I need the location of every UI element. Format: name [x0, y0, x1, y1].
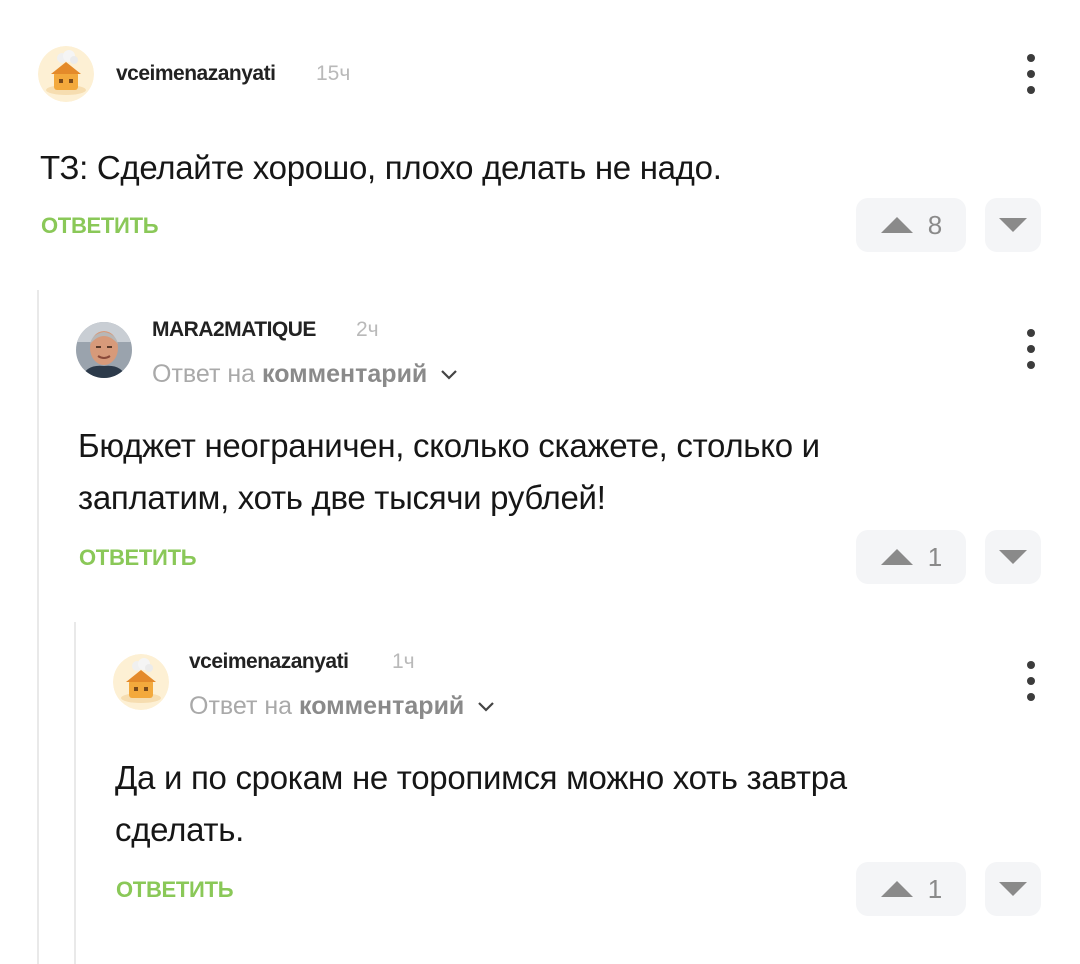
username[interactable]: vceimenazanyati: [189, 650, 349, 674]
reply-to-prefix: Ответ на: [189, 692, 293, 720]
vote-count: 1: [927, 541, 943, 572]
comment-text-line: Да и по срокам не торопимся можно хоть з…: [115, 759, 847, 796]
upvote-button[interactable]: 1: [856, 862, 966, 916]
timestamp: 15ч: [316, 62, 351, 85]
reply-to-target: комментарий: [299, 692, 465, 720]
reply-to-link[interactable]: Ответ на комментарий: [152, 360, 458, 389]
vote-count: 8: [927, 209, 943, 240]
downvote-button[interactable]: [985, 862, 1041, 916]
triangle-down-icon: [999, 550, 1027, 564]
reply-button[interactable]: ОТВЕТИТЬ: [79, 545, 197, 571]
comment-text: Бюджет неограничен, сколько скажете, сто…: [78, 420, 820, 524]
username[interactable]: MARA2MATIQUE: [152, 318, 316, 342]
triangle-down-icon: [999, 882, 1027, 896]
avatar[interactable]: [76, 322, 132, 378]
vote-count: 1: [927, 873, 943, 904]
house-avatar-icon: [38, 46, 94, 102]
chevron-down-icon: [478, 702, 495, 712]
reply-to-prefix: Ответ на: [152, 360, 256, 388]
more-options-icon[interactable]: [1025, 661, 1037, 701]
upvote-button[interactable]: 1: [856, 530, 966, 584]
username[interactable]: vceimenazanyati: [116, 62, 276, 86]
downvote-button[interactable]: [985, 530, 1041, 584]
thread-line-level-1: [37, 290, 39, 964]
more-options-icon[interactable]: [1025, 329, 1037, 369]
triangle-up-icon: [880, 549, 913, 565]
triangle-up-icon: [880, 881, 913, 897]
avatar[interactable]: [38, 46, 94, 102]
triangle-up-icon: [880, 217, 913, 233]
timestamp: 2ч: [356, 318, 379, 341]
triangle-down-icon: [999, 218, 1027, 232]
upvote-button[interactable]: 8: [856, 198, 966, 252]
thread-line-level-2: [74, 622, 76, 964]
comment-text-line: заплатим, хоть две тысячи рублей!: [78, 479, 606, 516]
reply-to-target: комментарий: [262, 360, 428, 388]
house-avatar-icon: [113, 654, 169, 710]
reply-to-link[interactable]: Ответ на комментарий: [189, 692, 495, 721]
downvote-button[interactable]: [985, 198, 1041, 252]
person-avatar-icon: [76, 322, 132, 378]
more-options-icon[interactable]: [1025, 54, 1037, 94]
comment-text-line: Бюджет неограничен, сколько скажете, сто…: [78, 427, 820, 464]
reply-button[interactable]: ОТВЕТИТЬ: [116, 877, 234, 903]
comment-text: ТЗ: Сделайте хорошо, плохо делать не над…: [40, 149, 722, 186]
comment-text: Да и по срокам не торопимся можно хоть з…: [115, 752, 847, 856]
reply-button[interactable]: ОТВЕТИТЬ: [41, 213, 159, 239]
comment-text-line: сделать.: [115, 811, 244, 848]
chevron-down-icon: [441, 370, 458, 380]
timestamp: 1ч: [392, 650, 415, 673]
avatar[interactable]: [113, 654, 169, 710]
